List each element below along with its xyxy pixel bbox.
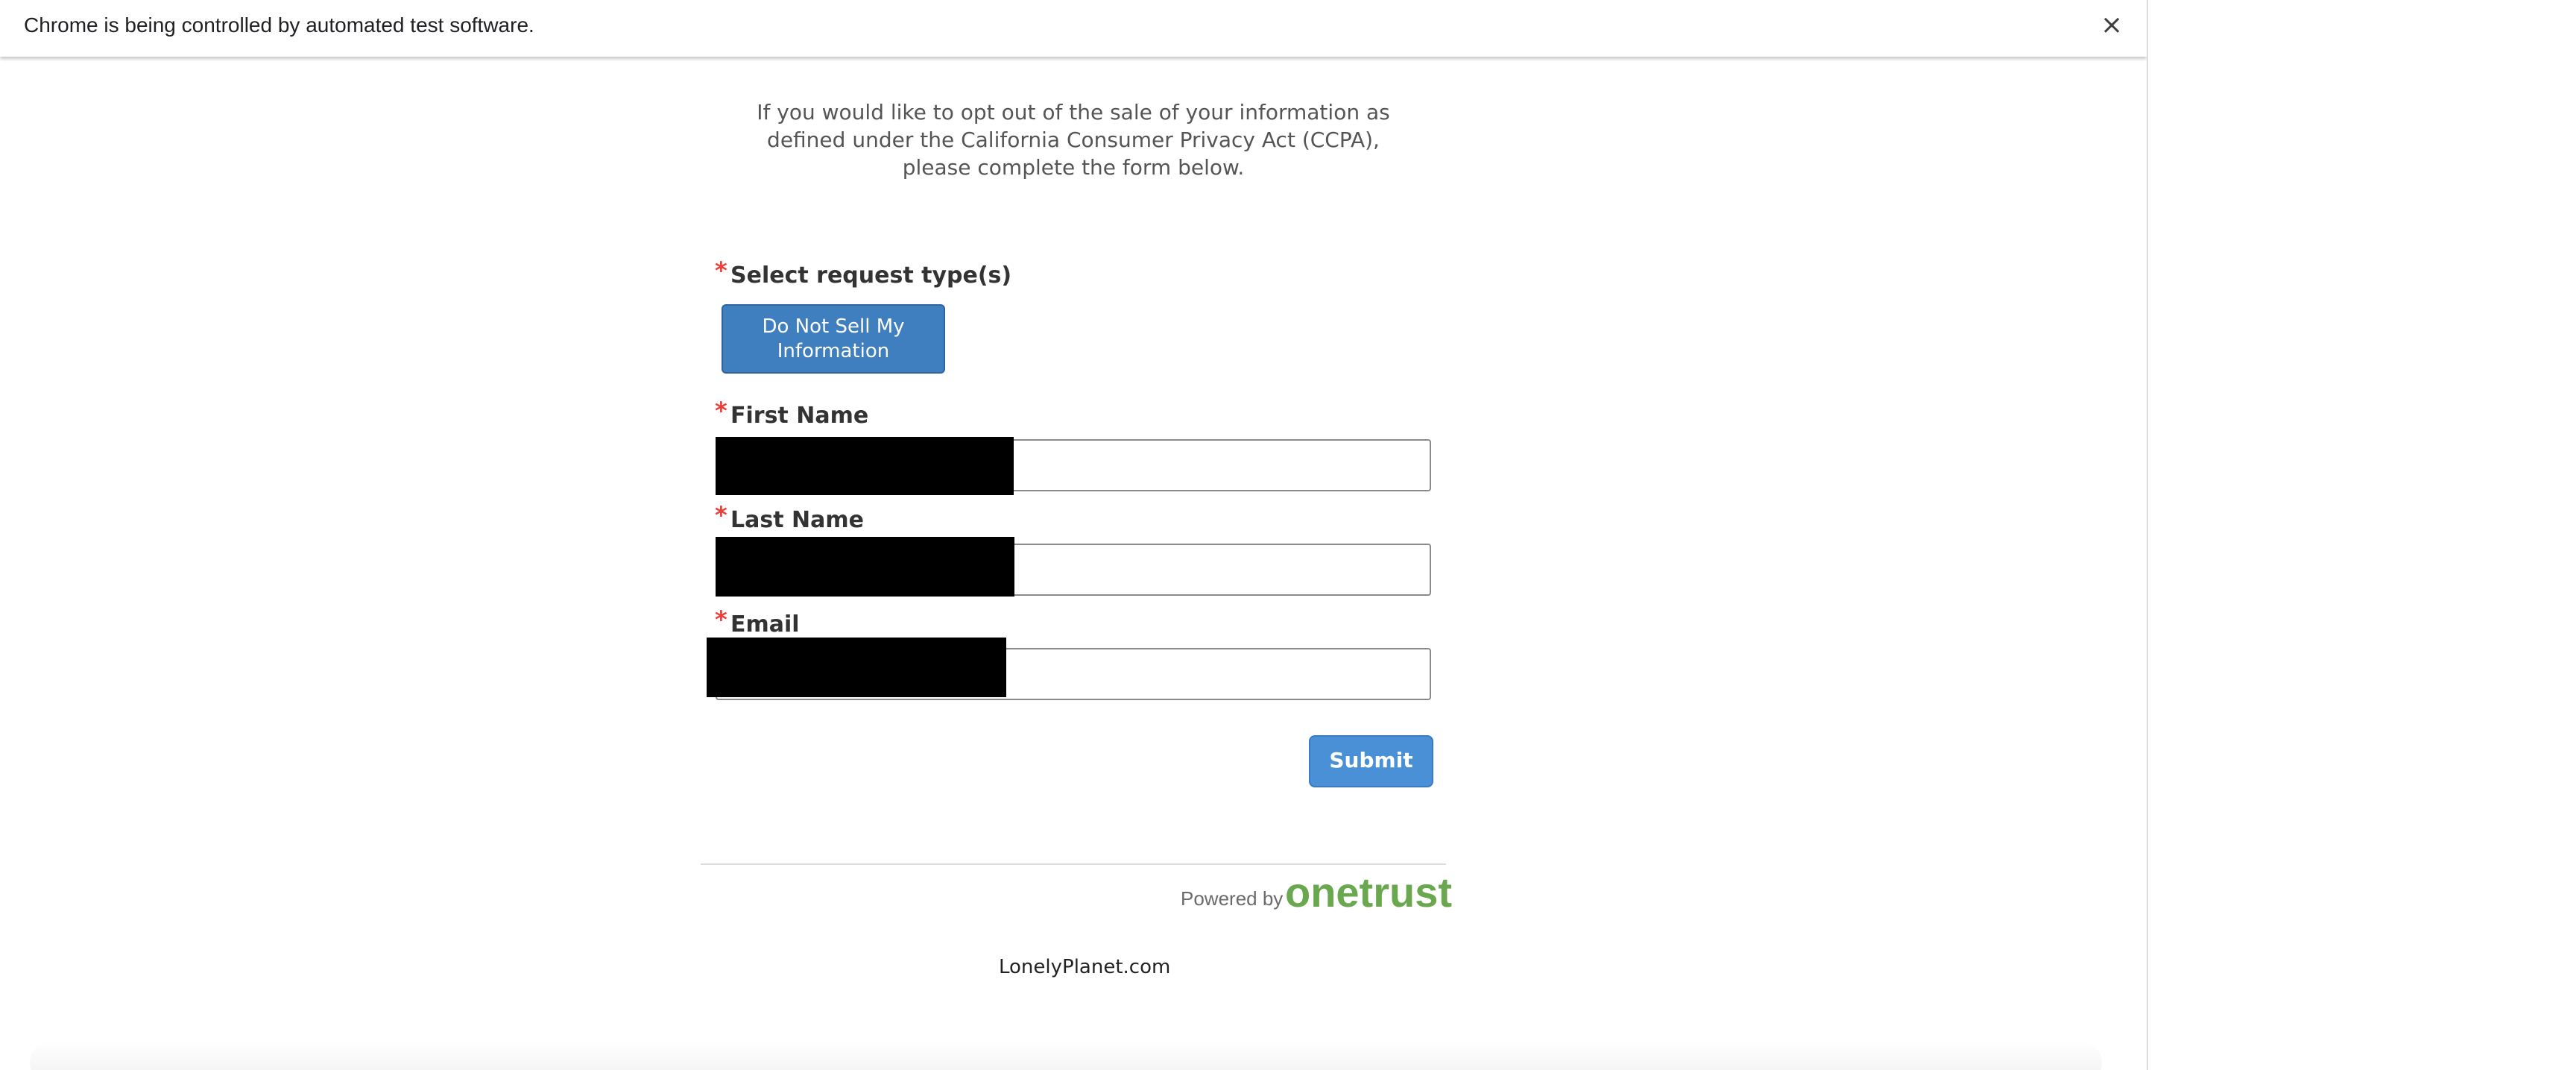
site-name: LonelyPlanet.com bbox=[999, 956, 1171, 978]
bottom-shadow bbox=[30, 1040, 2102, 1070]
submit-button[interactable]: Submit bbox=[1309, 735, 1433, 787]
browser-viewport: Chrome is being controlled by automated … bbox=[0, 0, 2148, 1070]
do-not-sell-button-label: Do Not Sell My Information bbox=[762, 315, 905, 362]
redaction-box bbox=[716, 537, 1014, 597]
powered-by-text: Powered by bbox=[1181, 887, 1284, 910]
request-type-label: Select request type(s) bbox=[730, 262, 1012, 289]
redaction-box bbox=[707, 638, 1006, 697]
last-name-label: Last Name bbox=[730, 507, 864, 533]
required-asterisk: * bbox=[715, 605, 727, 634]
automation-infobar: Chrome is being controlled by automated … bbox=[0, 0, 2147, 57]
required-asterisk: * bbox=[715, 397, 727, 425]
redaction-box bbox=[716, 437, 1014, 495]
infobar-message: Chrome is being controlled by automated … bbox=[24, 13, 534, 37]
email-label: Email bbox=[730, 611, 800, 638]
intro-text: If you would like to opt out of the sale… bbox=[757, 100, 1390, 180]
required-asterisk: * bbox=[715, 257, 727, 285]
first-name-label: First Name bbox=[730, 403, 869, 429]
close-icon[interactable]: × bbox=[2100, 10, 2123, 40]
do-not-sell-button[interactable]: Do Not Sell My Information bbox=[722, 304, 945, 374]
footer-divider bbox=[701, 863, 1446, 865]
onetrust-logo[interactable]: onetrust bbox=[1285, 868, 1452, 916]
required-asterisk: * bbox=[715, 501, 727, 529]
